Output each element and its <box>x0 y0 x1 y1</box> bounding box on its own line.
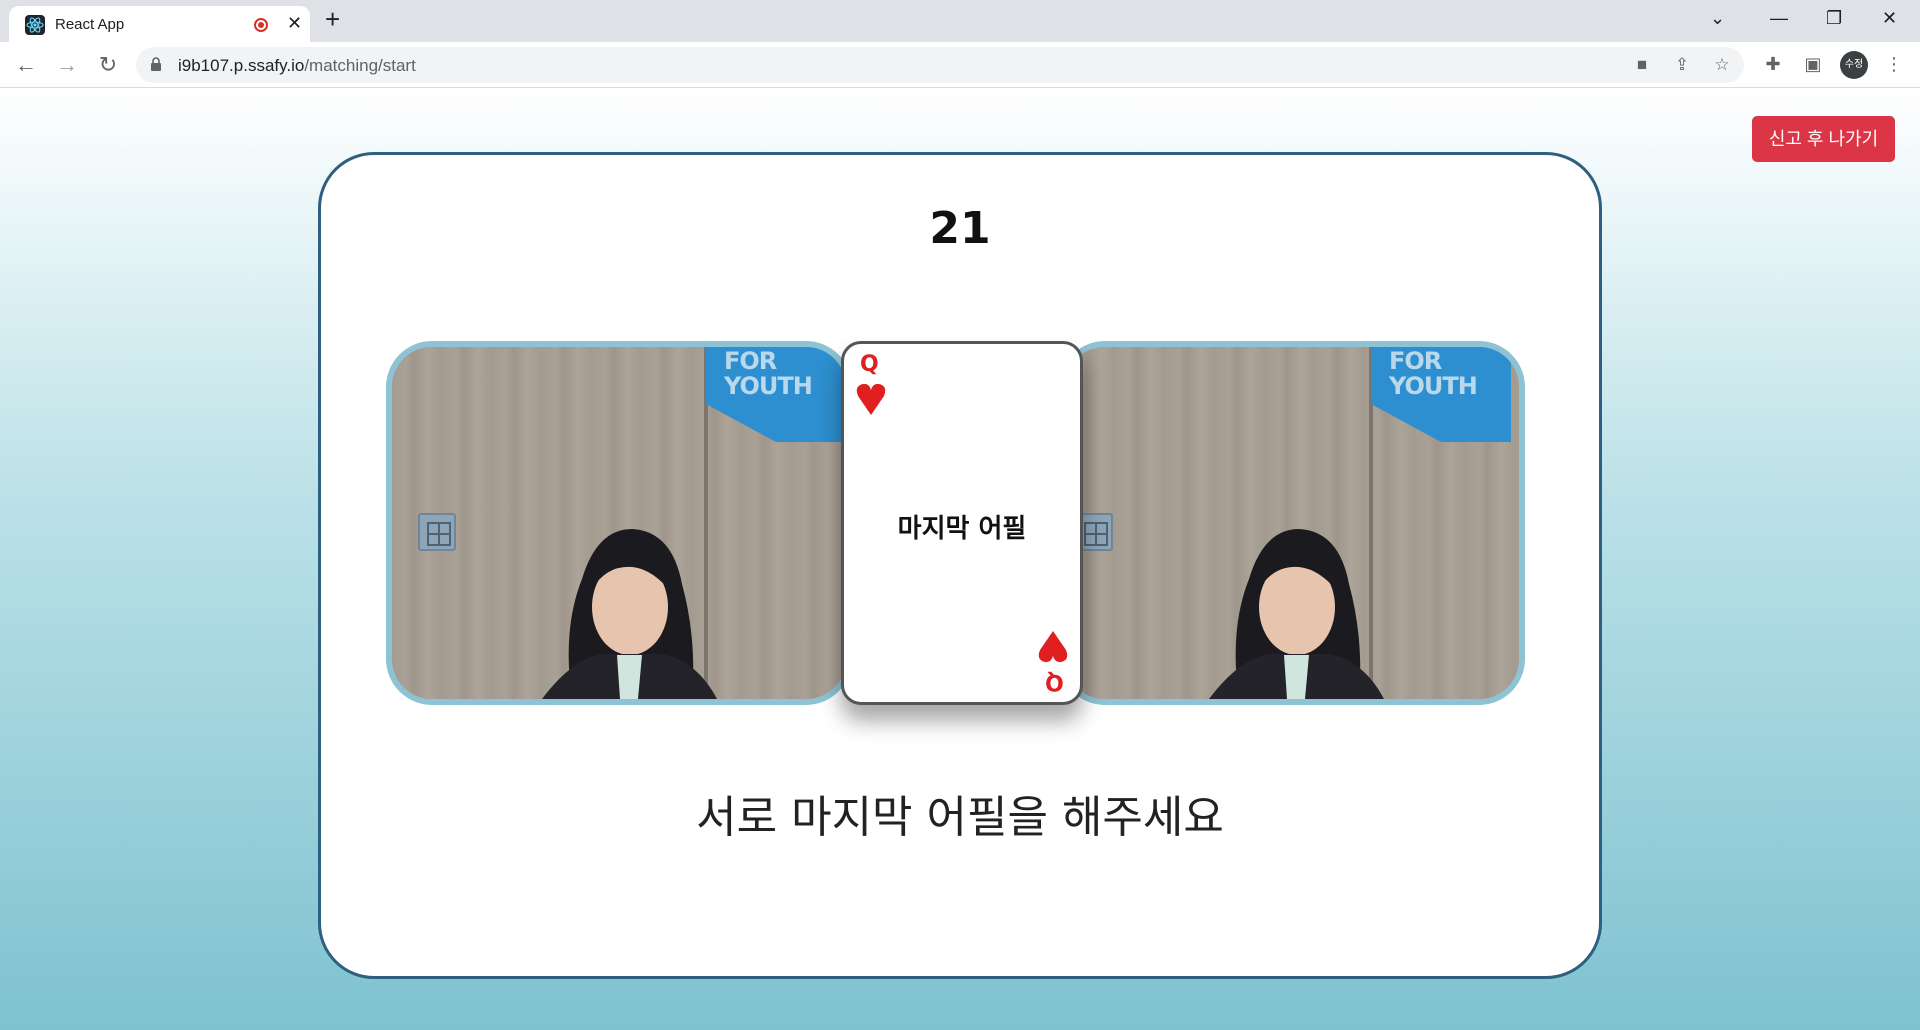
video-left: FOR YOUTH <box>386 341 852 705</box>
countdown-timer: 21 <box>929 203 991 254</box>
forward-button[interactable]: → <box>53 51 81 79</box>
playing-card: Q 마지막 어필 Q <box>841 341 1083 705</box>
camera-icon[interactable]: ■ <box>1632 55 1652 75</box>
browser-toolbar: ← → ↻ i9b107.p.ssafy.io/matching/start ■… <box>0 42 1920 88</box>
close-window-button[interactable]: ✕ <box>1882 8 1897 29</box>
address-bar[interactable]: i9b107.p.ssafy.io/matching/start ■ ⇪ ☆ <box>136 47 1744 83</box>
card-title: 마지막 어필 <box>897 514 1027 544</box>
matching-panel: 21 FOR YOUTH Q 마지막 어필 Q FOR YOUTH 서로 마지막… <box>318 152 1602 979</box>
restore-button[interactable]: ❐ <box>1826 8 1842 29</box>
person-image <box>1209 529 1384 699</box>
card-rank: Q <box>1045 669 1064 694</box>
lock-icon <box>151 57 161 71</box>
minimize-button[interactable]: — <box>1770 8 1788 29</box>
heart-icon <box>856 383 886 415</box>
react-logo-icon <box>25 15 45 35</box>
browser-tab-bar: React App ✕ + ⌄ — ❐ ✕ <box>0 0 1920 42</box>
side-panel-icon[interactable]: ▣ <box>1801 52 1825 76</box>
person-image <box>542 529 717 699</box>
recording-indicator-icon <box>254 18 268 32</box>
tab-title: React App <box>55 16 125 33</box>
report-and-exit-button[interactable]: 신고 후 나가기 <box>1752 116 1895 162</box>
back-button[interactable]: ← <box>12 51 40 79</box>
light-switch <box>418 513 456 551</box>
instruction-text: 서로 마지막 어필을 해주세요 <box>696 792 1224 843</box>
share-icon[interactable]: ⇪ <box>1672 55 1692 75</box>
url-text: i9b107.p.ssafy.io/matching/start <box>178 56 416 75</box>
menu-icon[interactable]: ⋮ <box>1882 52 1906 76</box>
extensions-icon[interactable]: ✚ <box>1761 52 1785 76</box>
bookmark-star-icon[interactable]: ☆ <box>1712 55 1732 75</box>
new-tab-button[interactable]: + <box>325 6 340 32</box>
reload-button[interactable]: ↻ <box>94 51 122 79</box>
browser-tab[interactable]: React App ✕ <box>9 6 310 42</box>
close-tab-icon[interactable]: ✕ <box>287 13 302 34</box>
page-background: 신고 후 나가기 21 FOR YOUTH Q 마지막 어필 Q FOR YOU… <box>0 89 1920 1030</box>
tab-search-icon[interactable]: ⌄ <box>1710 8 1725 29</box>
heart-icon <box>1038 631 1068 663</box>
video-right: FOR YOUTH <box>1059 341 1525 705</box>
profile-avatar[interactable]: 수정 <box>1840 51 1868 79</box>
card-rank: Q <box>860 352 879 377</box>
